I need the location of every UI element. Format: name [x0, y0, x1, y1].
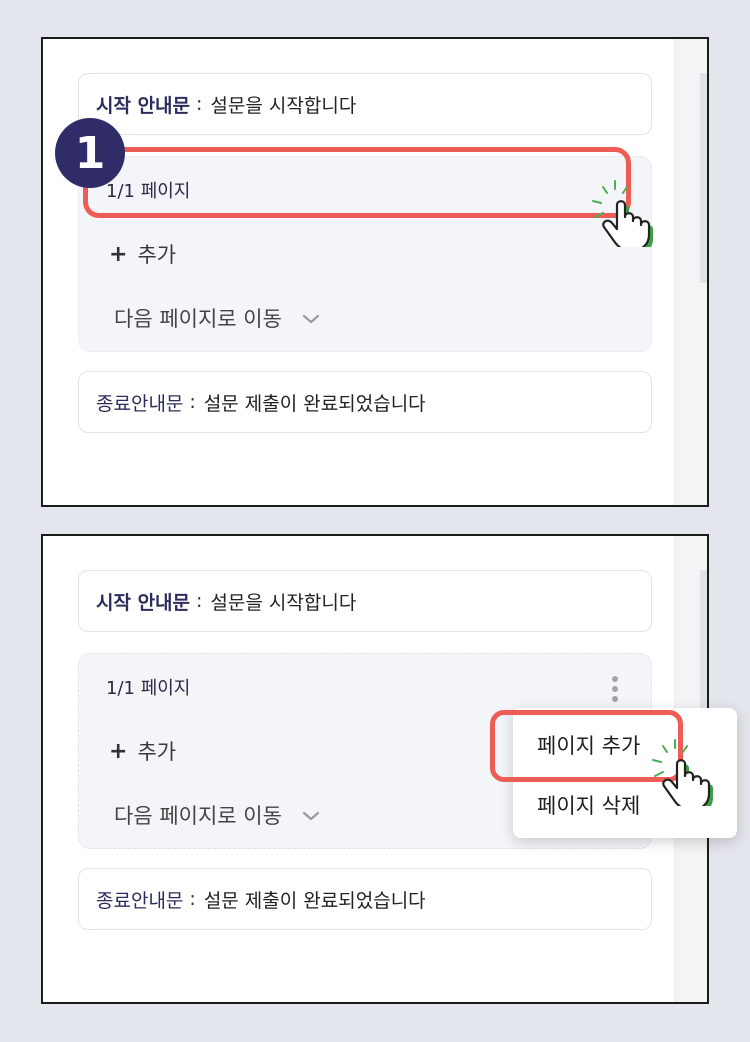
chevron-down-icon — [302, 803, 320, 827]
end-notice-row[interactable]: 종료안내문 : 설문 제출이 완료되었습니다 — [78, 868, 652, 930]
colon: : — [196, 93, 203, 115]
highlight-box — [83, 147, 631, 218]
next-page-label: 다음 페이지로 이동 — [114, 804, 282, 828]
next-page-select[interactable]: 다음 페이지로 이동 — [114, 800, 320, 830]
scrollbar[interactable] — [700, 73, 707, 283]
end-notice-value: 설문 제출이 완료되었습니다 — [203, 392, 426, 415]
end-notice-value: 설문 제출이 완료되었습니다 — [203, 889, 426, 912]
end-notice-label: 종료안내문 — [96, 889, 184, 912]
plus-icon: + — [109, 241, 128, 267]
start-notice-label: 시작 안내문 — [96, 94, 191, 117]
page-title[interactable]: 1/1 페이지 — [106, 674, 190, 700]
start-notice-value: 설문을 시작합니다 — [210, 591, 357, 614]
next-page-label: 다음 페이지로 이동 — [114, 307, 282, 331]
step-badge: 1 — [55, 118, 125, 188]
plus-icon: + — [109, 738, 128, 764]
add-button[interactable]: + 추가 — [109, 239, 176, 269]
start-notice-label: 시작 안내문 — [96, 591, 191, 614]
pointing-hand-icon — [639, 736, 725, 814]
screenshot-panel-1: 시작 안내문 : 설문을 시작합니다 1/1 페이지 + 추가 다음 페이지로 … — [41, 37, 709, 507]
start-notice-row[interactable]: 시작 안내문 : 설문을 시작합니다 — [78, 570, 652, 632]
start-notice-row[interactable]: 시작 안내문 : 설문을 시작합니다 — [78, 73, 652, 135]
menu-item-delete-page[interactable]: 페이지 삭제 — [537, 790, 640, 820]
add-button[interactable]: + 추가 — [109, 736, 176, 766]
colon: : — [189, 391, 196, 413]
end-notice-label: 종료안내문 — [96, 392, 184, 415]
start-notice-value: 설문을 시작합니다 — [210, 94, 357, 117]
colon: : — [196, 590, 203, 612]
next-page-select[interactable]: 다음 페이지로 이동 — [114, 303, 320, 333]
colon: : — [189, 888, 196, 910]
add-label: 추가 — [137, 243, 177, 267]
pointing-hand-icon — [579, 177, 665, 255]
screenshot-panel-2: 시작 안내문 : 설문을 시작합니다 1/1 페이지 + 추가 다음 페이지로 … — [41, 534, 737, 1004]
chevron-down-icon — [302, 306, 320, 330]
kebab-menu-icon[interactable] — [612, 676, 618, 706]
add-label: 추가 — [137, 740, 177, 764]
end-notice-row[interactable]: 종료안내문 : 설문 제출이 완료되었습니다 — [78, 371, 652, 433]
